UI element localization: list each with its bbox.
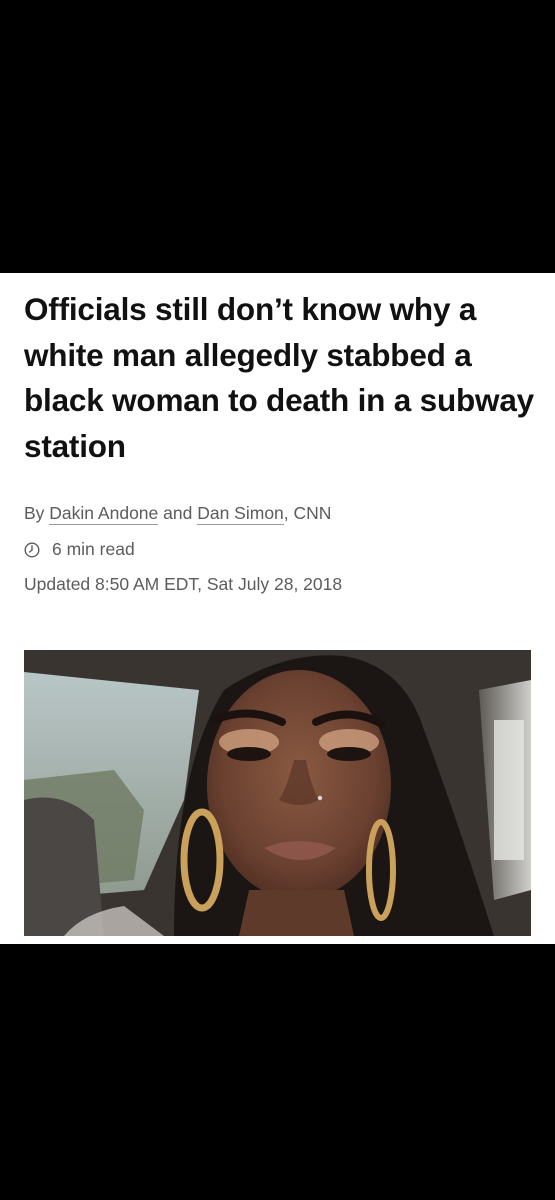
bottom-black-band: [0, 944, 555, 1200]
clock-icon: [24, 541, 40, 558]
top-black-band: [0, 0, 555, 273]
article-headline: Officials still don’t know why a white m…: [24, 291, 534, 464]
article-card: Officials still don’t know why a white m…: [0, 273, 555, 944]
byline-source: , CNN: [283, 503, 332, 523]
read-time-label: 6 min read: [52, 539, 135, 559]
byline: By Dakin Andone and Dan Simon, CNN: [24, 503, 332, 525]
byline-prefix: By: [24, 503, 50, 523]
byline-joiner: and: [158, 503, 198, 523]
author-link-dan-simon[interactable]: Dan Simon: [197, 503, 284, 525]
read-time: 6 min read: [24, 539, 135, 560]
updated-timestamp: Updated 8:50 AM EDT, Sat July 28, 2018: [24, 574, 343, 594]
hero-photo: [24, 650, 531, 936]
author-link-dakin-andone[interactable]: Dakin Andone: [49, 503, 159, 525]
